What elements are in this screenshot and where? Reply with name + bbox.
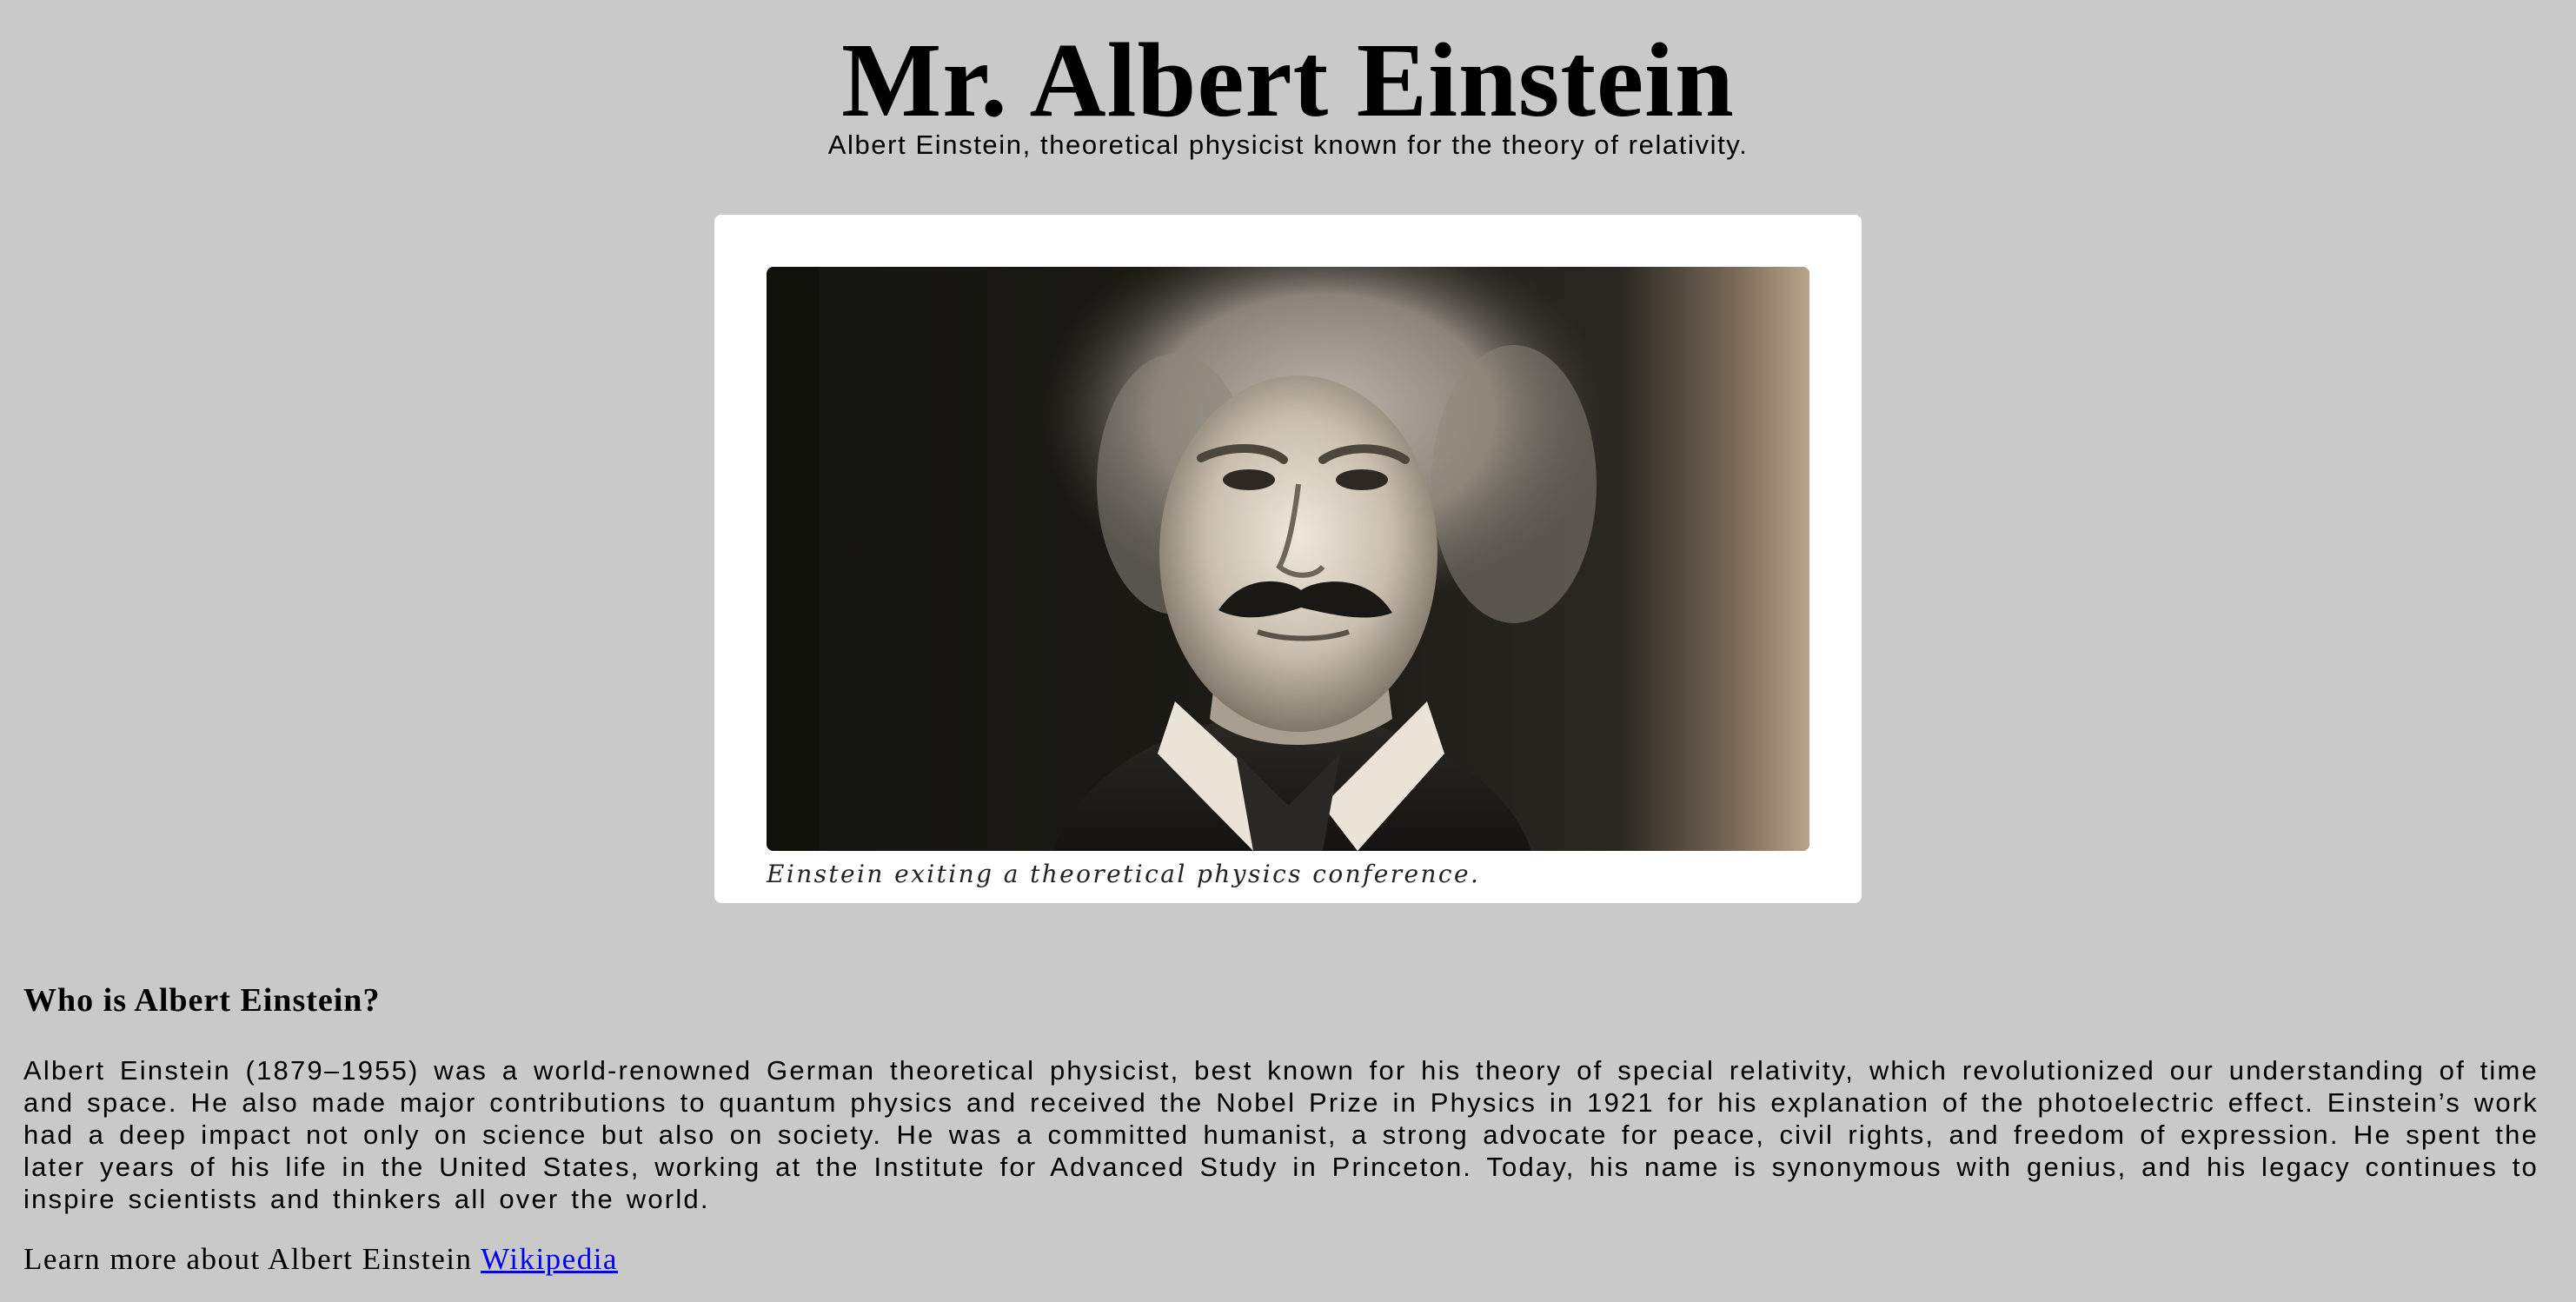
- image-caption: Einstein exiting a theoretical physics c…: [767, 860, 1481, 888]
- learn-more-text: Learn more about Albert Einstein: [23, 1242, 473, 1276]
- portrait-image: [767, 267, 1809, 851]
- page-title: Mr. Albert Einstein: [841, 22, 1735, 139]
- einstein-portrait: [767, 267, 1809, 851]
- section-heading: Who is Albert Einstein?: [23, 982, 381, 1019]
- wikipedia-link[interactable]: Wikipedia: [481, 1242, 618, 1276]
- learn-more-line: Learn more about Albert Einstein Wikiped…: [23, 1240, 618, 1279]
- page-subtitle: Albert Einstein, theoretical physicist k…: [827, 130, 1749, 160]
- image-card: Einstein exiting a theoretical physics c…: [714, 215, 1862, 903]
- biography-paragraph: Albert Einstein (1879–1955) was a world-…: [23, 1055, 2539, 1214]
